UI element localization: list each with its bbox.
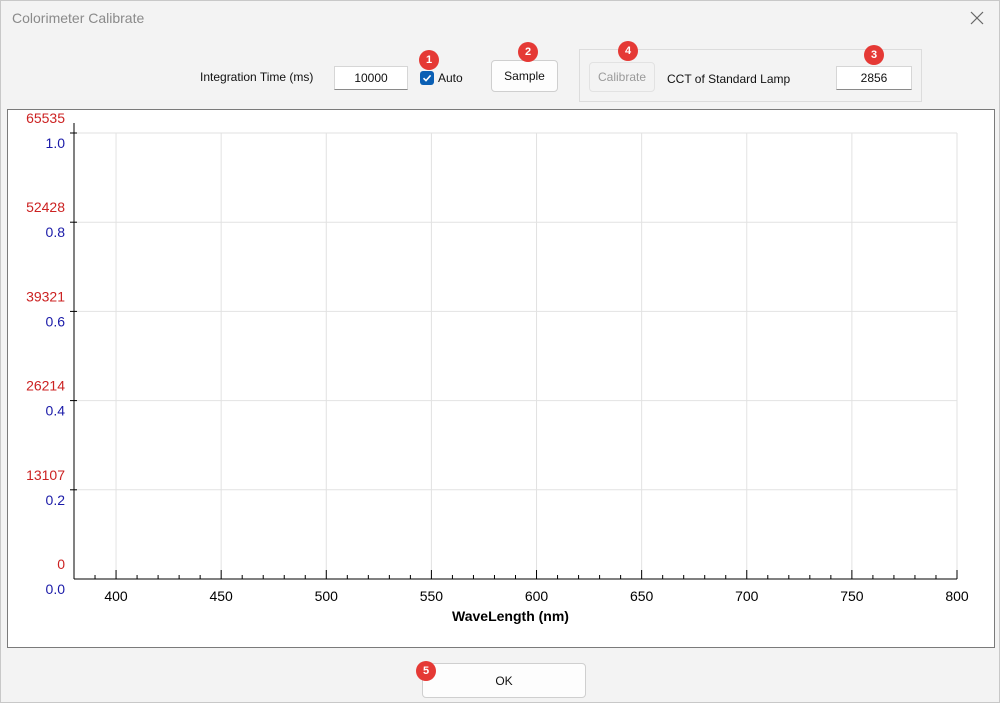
y-tick-label-counts: 39321 <box>26 288 65 304</box>
cct-label-wrap: CCT of Standard Lamp <box>667 70 817 91</box>
badge-1: 1 <box>419 50 439 70</box>
x-tick-label: 650 <box>630 588 654 604</box>
y-tick-label-ratio: 1.0 <box>46 135 66 151</box>
y-tick-label-counts: 26214 <box>26 378 65 394</box>
x-tick-label: 500 <box>315 588 339 604</box>
checkmark-icon <box>422 74 432 82</box>
close-icon <box>970 11 984 25</box>
x-tick-label: 800 <box>945 588 969 604</box>
y-tick-label-counts: 52428 <box>26 199 65 215</box>
cct-input[interactable]: 2856 <box>836 66 912 90</box>
integration-time-input[interactable]: 10000 <box>334 66 408 90</box>
ok-button[interactable]: OK <box>422 663 586 698</box>
auto-label: Auto <box>438 71 463 85</box>
x-axis-label: WaveLength (nm) <box>452 608 569 624</box>
badge-4: 4 <box>618 41 638 61</box>
x-tick-label: 400 <box>104 588 128 604</box>
calibrate-button[interactable]: Calibrate <box>589 62 655 92</box>
integration-time-label: Integration Time (ms) <box>200 70 314 84</box>
window-title: Colorimeter Calibrate <box>12 10 145 26</box>
badge-2: 2 <box>518 42 538 62</box>
x-tick-label: 550 <box>420 588 444 604</box>
y-tick-label-counts: 65535 <box>26 110 65 126</box>
spectrum-chart: 0 0.0 13107 0.2 26214 0.4 39321 0.6 52428 0.8 6553… <box>26 110 969 624</box>
title-bar: Colorimeter Calibrate <box>1 1 999 37</box>
y-tick-label-ratio: 0.2 <box>46 492 66 508</box>
y-tick-label-ratio: 0.0 <box>46 581 66 597</box>
sample-button[interactable]: Sample <box>491 60 558 92</box>
x-tick-label: 700 <box>735 588 759 604</box>
y-tick-label-ratio: 0.6 <box>46 313 66 329</box>
y-tick-label-ratio: 0.4 <box>46 403 66 419</box>
spectrum-chart-panel: 0 0.0 13107 0.2 26214 0.4 39321 0.6 52428 0.8 6553… <box>7 109 995 648</box>
x-tick-label: 600 <box>525 588 549 604</box>
x-tick-label: 750 <box>840 588 864 604</box>
auto-checkbox[interactable] <box>420 71 434 85</box>
badge-5: 5 <box>416 661 436 681</box>
y-tick-label-counts: 0 <box>57 556 65 572</box>
close-button[interactable] <box>959 4 995 32</box>
cct-label: CCT of Standard Lamp <box>667 72 791 86</box>
badge-3: 3 <box>864 45 884 65</box>
y-tick-label-ratio: 0.8 <box>46 224 66 240</box>
x-tick-label: 450 <box>209 588 233 604</box>
colorimeter-calibrate-dialog: Colorimeter Calibrate Integration Time (… <box>0 0 1000 703</box>
y-tick-label-counts: 13107 <box>26 467 65 483</box>
